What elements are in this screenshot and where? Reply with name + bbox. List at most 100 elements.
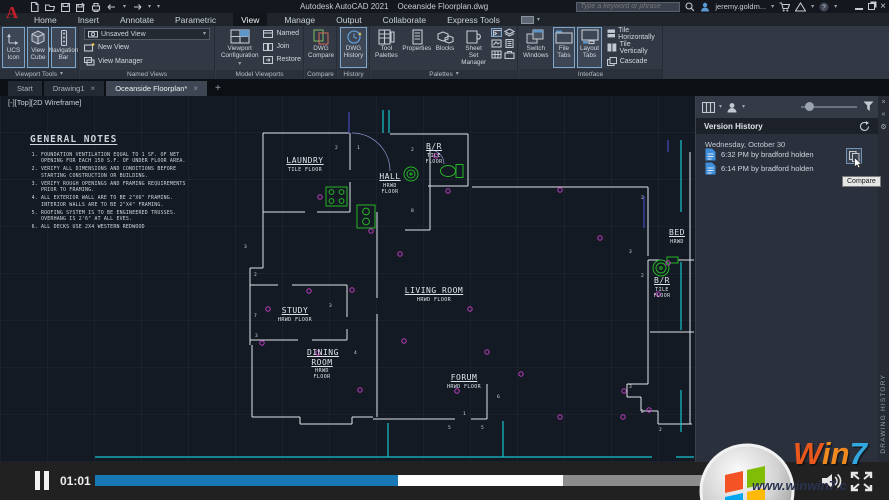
view-columns-icon[interactable] xyxy=(702,102,715,113)
ucs-icon-button[interactable]: UCS Icon xyxy=(2,27,25,68)
pause-button[interactable] xyxy=(35,471,49,490)
open-file-icon[interactable] xyxy=(45,2,55,12)
tab-home[interactable]: Home xyxy=(30,14,61,26)
join-viewports-button[interactable]: Join xyxy=(263,40,301,53)
command-line-palette-icon[interactable] xyxy=(491,28,502,37)
qat-customize-caret-icon[interactable]: ▾ xyxy=(157,4,160,10)
refresh-icon[interactable] xyxy=(859,121,870,132)
new-drawing-tab-button[interactable]: + xyxy=(215,83,221,96)
help-caret-icon[interactable]: ▾ xyxy=(834,4,837,10)
ribbon-display-options[interactable]: ▾ xyxy=(521,16,540,24)
signed-in-user[interactable]: jeremy.goldm... xyxy=(715,2,766,11)
filter-user-icon[interactable] xyxy=(726,102,738,113)
tab-annotate[interactable]: Annotate xyxy=(116,14,158,26)
panel-label-model-viewports[interactable]: Model Viewports xyxy=(216,70,303,79)
properties-button[interactable]: Properties xyxy=(402,27,432,69)
file-tab-oceanside-floorplan[interactable]: Oceanside Floorplan* × xyxy=(106,81,207,96)
user-avatar-icon[interactable] xyxy=(700,2,710,12)
view-cube-button[interactable]: View Cube xyxy=(27,27,49,68)
viewport-configuration-button[interactable]: Viewport Configuration ▾ xyxy=(218,27,261,69)
redo-caret-icon[interactable]: ▾ xyxy=(148,4,151,10)
plan-tag: 4 xyxy=(354,351,357,356)
tab-output[interactable]: Output xyxy=(332,14,366,26)
search-icon[interactable] xyxy=(685,2,695,12)
basket-palette-icon[interactable] xyxy=(504,50,515,59)
panel-label-interface[interactable]: Interface xyxy=(519,69,662,79)
columns-caret-icon[interactable]: ▾ xyxy=(719,104,722,110)
tab-manage[interactable]: Manage xyxy=(280,14,319,26)
user-filter-caret-icon[interactable]: ▾ xyxy=(742,104,745,110)
markup-palette-icon[interactable] xyxy=(491,39,502,48)
alert-caret-icon[interactable]: ▾ xyxy=(811,4,814,10)
close-button[interactable]: × xyxy=(880,2,886,11)
new-view-button[interactable]: New View xyxy=(84,41,210,54)
switch-windows-icon xyxy=(526,29,545,45)
palette-settings-icon[interactable]: ⚙ xyxy=(880,123,886,131)
plot-icon[interactable] xyxy=(91,2,101,12)
zoom-slider-knob[interactable] xyxy=(805,102,814,111)
tile-horizontally-icon xyxy=(607,29,615,38)
tab-parametric[interactable]: Parametric xyxy=(171,14,220,26)
drawing-canvas[interactable]: [-][Top][2D Wireframe] GENERAL NOTES FOU… xyxy=(0,96,695,462)
view-manager-button[interactable]: View Manager xyxy=(84,55,210,68)
layer-palette-icon[interactable] xyxy=(504,28,515,37)
help-icon[interactable]: ? xyxy=(819,2,829,12)
sheet-set-manager-button[interactable]: Sheet Set Manager xyxy=(458,27,489,69)
close-tab-icon[interactable]: × xyxy=(91,84,96,93)
counting-palette-icon[interactable] xyxy=(491,50,502,59)
tab-express-tools[interactable]: Express Tools xyxy=(443,14,504,26)
palette-autohide-icon[interactable]: « xyxy=(882,111,886,118)
tab-insert[interactable]: Insert xyxy=(74,14,103,26)
layout-tabs-button[interactable]: Layout Tabs xyxy=(577,27,601,68)
minimize-button[interactable] xyxy=(855,3,863,10)
file-tab-start[interactable]: Start xyxy=(8,81,42,96)
undo-icon[interactable] xyxy=(107,3,117,11)
panel-label-viewport-tools[interactable]: Viewport Tools ▾ xyxy=(0,69,78,79)
panel-label-compare[interactable]: Compare xyxy=(305,69,336,79)
tab-view[interactable]: View xyxy=(233,13,267,27)
blocks-button[interactable]: Blocks xyxy=(434,27,457,69)
version-entry-text: 6:32 PM by bradford holden xyxy=(721,150,814,159)
tab-collaborate[interactable]: Collaborate xyxy=(379,14,430,26)
calculator-palette-icon[interactable] xyxy=(504,39,515,48)
user-menu-caret-icon[interactable]: ▾ xyxy=(771,4,774,10)
current-view-value: Unsaved View xyxy=(101,31,200,38)
view-list-dropdown[interactable]: Unsaved View ▾ xyxy=(84,28,210,40)
panel-label-history[interactable]: History xyxy=(338,69,369,79)
filter-icon[interactable] xyxy=(863,101,874,112)
undo-caret-icon[interactable]: ▾ xyxy=(123,4,126,10)
cascade-button[interactable]: Cascade xyxy=(607,55,660,68)
switch-windows-button[interactable]: Switch Windows xyxy=(521,27,551,68)
navigation-bar-button[interactable]: Navigation Bar xyxy=(51,27,76,68)
dwg-history-button[interactable]: DWG History xyxy=(340,27,367,68)
tile-horizontally-button[interactable]: Tile Horizontally xyxy=(607,27,660,40)
app-store-cart-icon[interactable] xyxy=(779,2,790,12)
panel-label-named-views[interactable]: Named Views xyxy=(80,70,214,79)
restore-button[interactable] xyxy=(868,3,875,10)
seek-bar[interactable] xyxy=(95,475,765,486)
save-icon[interactable] xyxy=(61,2,70,12)
tool-palettes-button[interactable]: Tool Palettes xyxy=(373,27,400,69)
plan-tag: 2 xyxy=(641,196,644,201)
dwg-compare-button[interactable]: DWG Compare xyxy=(307,27,335,68)
version-entry[interactable]: 6:32 PM by bradford holden xyxy=(705,148,814,161)
palette-title-strip[interactable]: × « ⚙ DRAWING HISTORY xyxy=(878,96,889,462)
health-alert-icon[interactable] xyxy=(795,2,806,12)
panel-label-palettes[interactable]: Palettes ▾ xyxy=(371,70,517,79)
tile-vertically-button[interactable]: Tile Vertically xyxy=(607,41,660,54)
search-input[interactable] xyxy=(576,2,680,12)
file-tabs-button[interactable]: File Tabs xyxy=(553,27,576,68)
file-tabs-label: File Tabs xyxy=(555,46,574,60)
restore-viewports-button[interactable]: Restore xyxy=(263,53,301,66)
version-entry[interactable]: 6:14 PM by bradford holden xyxy=(705,162,814,175)
close-tab-icon[interactable]: × xyxy=(193,84,198,93)
save-as-icon[interactable] xyxy=(76,2,85,12)
properties-icon xyxy=(409,29,425,45)
autocad-logo-icon[interactable]: A xyxy=(0,0,24,26)
fullscreen-icon[interactable] xyxy=(850,471,873,492)
new-file-icon[interactable] xyxy=(30,2,39,12)
redo-icon[interactable] xyxy=(132,3,142,11)
named-viewports-button[interactable]: Named xyxy=(263,27,301,40)
file-tab-drawing1[interactable]: Drawing1 × xyxy=(44,81,104,96)
palette-close-icon[interactable]: × xyxy=(881,99,885,106)
